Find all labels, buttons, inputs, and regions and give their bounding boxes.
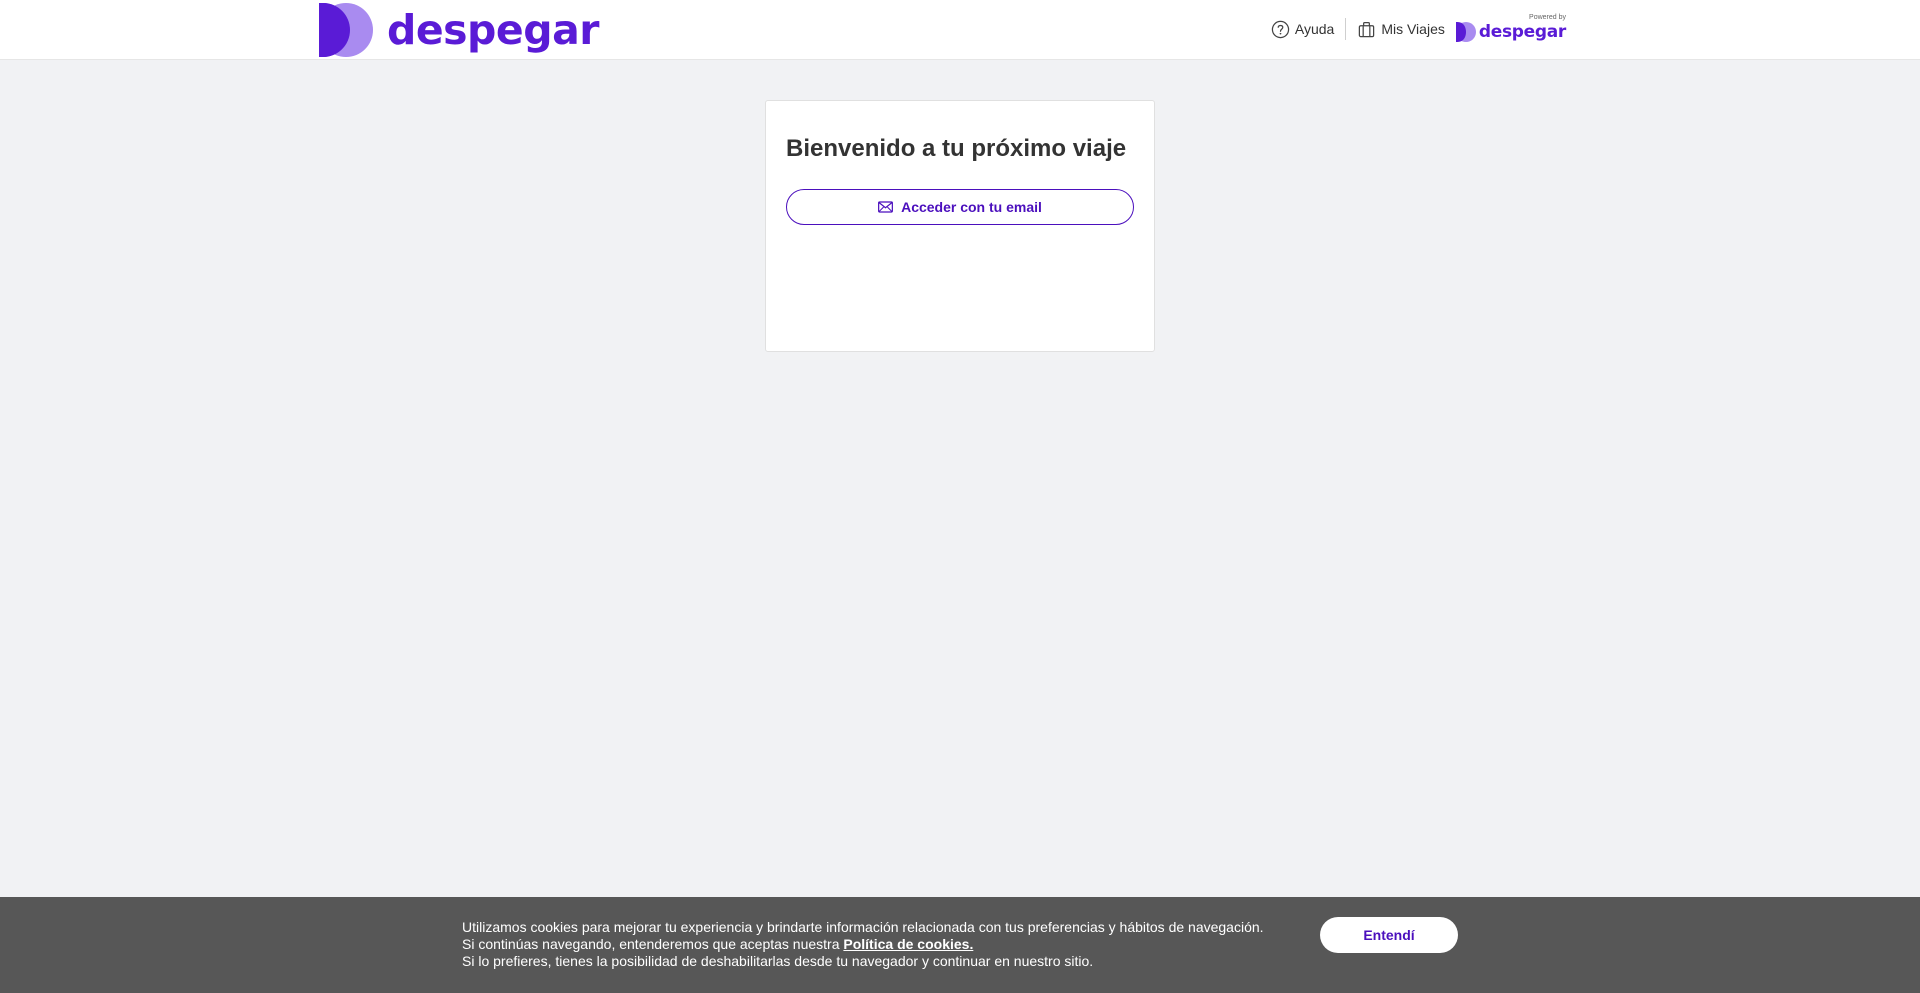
login-card: Bienvenido a tu próximo viaje Acceder co… [765, 100, 1155, 352]
logo-wordmark: despegar [387, 5, 599, 54]
help-label: Ayuda [1294, 21, 1335, 37]
powered-by-badge: Powered by despegar [1455, 14, 1566, 44]
cookie-line-3: Si lo prefieres, tienes la posibilidad d… [462, 953, 1094, 969]
despegar-logo[interactable]: despegar [319, 2, 599, 58]
suitcase-icon [1359, 21, 1375, 37]
envelope-icon [878, 201, 894, 213]
powered-brand: despegar [1478, 21, 1566, 42]
powered-logo-mark-icon [1455, 21, 1476, 42]
help-link[interactable]: Ayuda [1260, 20, 1345, 39]
header-nav: Ayuda Mis Viajes Powered by despegar [1260, 0, 1566, 58]
cookie-policy-link[interactable]: Política de cookies. [843, 936, 973, 952]
my-trips-link[interactable]: Mis Viajes [1346, 20, 1456, 39]
cookie-accept-button[interactable]: Entendí [1320, 917, 1458, 953]
email-login-button[interactable]: Acceder con tu email [786, 189, 1134, 225]
logo-mark-icon [319, 3, 373, 57]
my-trips-label: Mis Viajes [1381, 21, 1445, 37]
cookie-line-1: Utilizamos cookies para mejorar tu exper… [462, 919, 1264, 935]
top-header: despegar Ayuda Mis Viajes Powered by des… [0, 0, 1920, 60]
email-login-label: Acceder con tu email [901, 199, 1042, 215]
question-circle-icon [1271, 20, 1290, 38]
welcome-title: Bienvenido a tu próximo viaje [786, 135, 1127, 162]
powered-by-label: Powered by [1529, 14, 1566, 21]
cookie-line-2-text: Si continúas navegando, entenderemos que… [462, 936, 844, 952]
cookie-line-2: Si continúas navegando, entenderemos que… [462, 936, 1264, 953]
cookie-message: Utilizamos cookies para mejorar tu exper… [462, 919, 1264, 970]
cookie-banner: Utilizamos cookies para mejorar tu exper… [0, 897, 1920, 993]
